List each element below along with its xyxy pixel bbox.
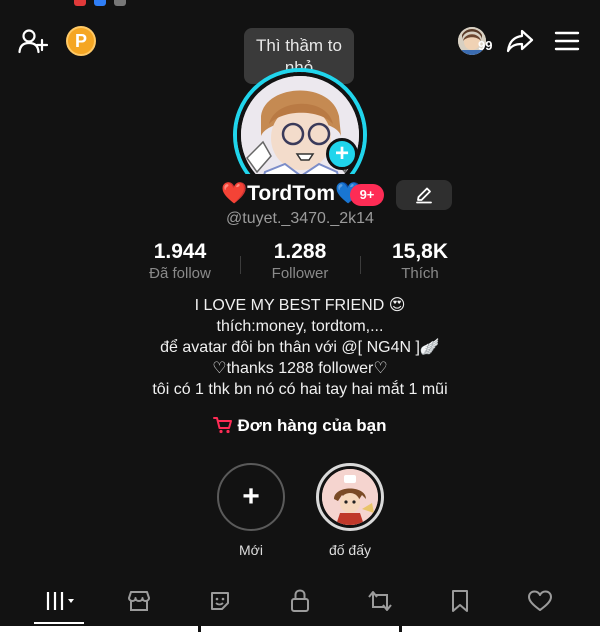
stat-value: 1.944: [153, 240, 207, 263]
bio-line: I LOVE MY BEST FRIEND 😍: [194, 297, 406, 314]
tab-videos[interactable]: [40, 585, 80, 617]
stat-value: 1.288: [273, 240, 327, 263]
video-thumbnail[interactable]: [0, 626, 198, 632]
character-thumbnail-icon: [322, 469, 378, 525]
sticker-icon: [211, 592, 229, 610]
coin-label: P: [74, 30, 87, 51]
orders-link[interactable]: Đơn hàng của bạn: [0, 416, 600, 436]
stat-label: Thích: [401, 265, 439, 282]
coin-button[interactable]: P: [66, 26, 96, 56]
stats-row: 1.944 Đã follow 1.288 Follower 15,8K Thí…: [0, 240, 600, 284]
add-user-icon: [18, 29, 48, 54]
highlight-label: đố đấy: [328, 542, 372, 558]
edit-profile-button[interactable]: [396, 180, 452, 210]
notification-dot-icon: [74, 0, 86, 6]
bio-line: ♡thanks 1288 follower♡: [212, 360, 388, 377]
tab-private[interactable]: [280, 585, 320, 617]
app-dot-icon: [94, 0, 106, 6]
video-grid: [0, 624, 600, 632]
profile-tabs: [0, 585, 600, 625]
bio: I LOVE MY BEST FRIEND 😍 thích:money, tor…: [0, 295, 600, 400]
tab-reposts[interactable]: [360, 585, 400, 617]
share-arrow-icon: [506, 29, 534, 53]
add-friend-button[interactable]: [16, 26, 50, 56]
status-bar: [0, 0, 600, 8]
username: @tuyet._3470._2k14: [226, 210, 374, 227]
video-thumbnail[interactable]: [201, 626, 399, 632]
notification-badge[interactable]: 9+: [350, 184, 384, 206]
repost-icon: [368, 591, 392, 611]
cart-icon: [213, 417, 233, 434]
pencil-icon: [416, 187, 432, 204]
menu-button[interactable]: [553, 28, 581, 54]
bio-line: tôi có 1 thk bn nó có hai tay hai mắt 1 …: [152, 381, 448, 398]
bookmark-icon: [452, 590, 468, 612]
hamburger-menu-icon: [554, 31, 580, 51]
tab-shop[interactable]: [119, 585, 159, 617]
orders-label: Đơn hàng của bạn: [237, 416, 387, 435]
plus-icon: +: [334, 140, 349, 167]
stat-value: 15,8K: [391, 240, 449, 263]
heart-icon: [528, 590, 552, 611]
stat-followers[interactable]: 1.288 Follower: [240, 240, 360, 282]
tab-stickers[interactable]: [200, 585, 240, 617]
tab-saved[interactable]: [440, 585, 480, 617]
app-dot-icon: [114, 0, 126, 6]
grid-icon: [46, 592, 74, 610]
highlight-do-day[interactable]: đố đấy: [315, 463, 385, 558]
highlight-ring: [316, 463, 384, 531]
lock-icon: [291, 589, 309, 612]
highlight-new[interactable]: + Mới: [216, 463, 286, 558]
stat-label: Đã follow: [149, 265, 211, 282]
add-story-button[interactable]: +: [326, 138, 358, 170]
highlight-label: Mới: [239, 542, 263, 558]
bio-line-mention[interactable]: để avatar đôi bn thân với @[ NG4N ]🪽: [0, 337, 600, 358]
store-icon: [128, 591, 150, 611]
bio-line: thích:money, tordtom,...: [216, 318, 384, 335]
profile-counter: 99: [478, 38, 493, 53]
display-name: ❤️TordTom💙: [221, 182, 362, 205]
stat-label: Follower: [271, 265, 329, 282]
video-thumbnail[interactable]: [402, 626, 600, 632]
stat-following[interactable]: 1.944 Đã follow: [120, 240, 240, 282]
name-row: ❤️TordTom💙 9+: [0, 180, 600, 210]
plus-icon: +: [217, 463, 285, 531]
share-profile-button[interactable]: [504, 26, 536, 56]
tab-liked[interactable]: [520, 585, 560, 617]
stat-likes[interactable]: 15,8K Thích: [360, 240, 480, 282]
